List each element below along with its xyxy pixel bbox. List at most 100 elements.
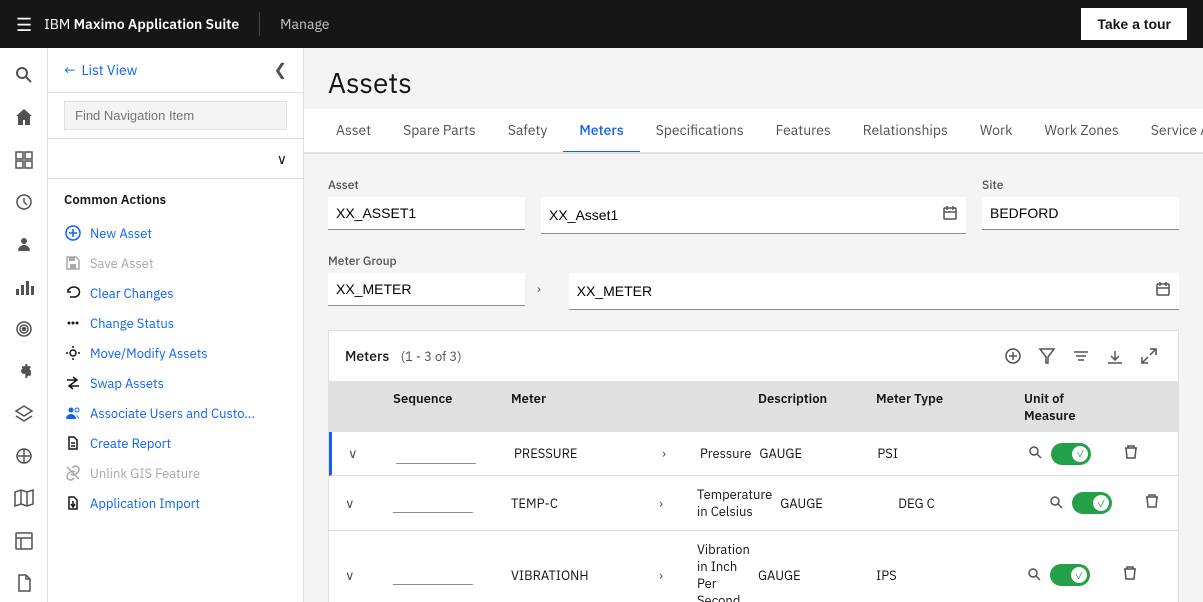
sidebar-settings-icon[interactable] [4, 437, 44, 475]
sidebar-dashboard-icon[interactable] [4, 141, 44, 179]
sidebar-map-icon[interactable] [4, 479, 44, 517]
col-meter: Meter [511, 390, 651, 424]
nav-dropdown[interactable]: ∨ [48, 139, 303, 179]
row2-arrow[interactable]: › [659, 495, 689, 512]
row2-sequence [393, 493, 503, 513]
common-actions-title: Common Actions [64, 191, 287, 208]
asset-name-label [541, 178, 966, 193]
save-asset-label: Save Asset [90, 255, 154, 272]
nav-search-input[interactable] [64, 101, 287, 130]
row1-expand[interactable]: ∨ [348, 445, 388, 462]
tab-meters[interactable]: Meters [563, 109, 639, 154]
tab-asset[interactable]: Asset [320, 109, 387, 154]
save-asset-action: Save Asset [64, 248, 287, 278]
col-sequence: Sequence [393, 390, 503, 424]
unlink-gis-action: Unlink GIS Feature [64, 458, 287, 488]
row2-sequence-input[interactable] [393, 493, 473, 513]
sidebar-target-icon[interactable] [4, 310, 44, 348]
row3-active-toggle[interactable] [1050, 564, 1090, 586]
sidebar-people-icon[interactable] [4, 225, 44, 263]
change-status-action[interactable]: Change Status [64, 308, 287, 338]
row3-search-button[interactable] [1024, 564, 1044, 587]
row1-sequence-input[interactable] [396, 444, 476, 464]
create-report-action[interactable]: Create Report [64, 428, 287, 458]
row1-arrow[interactable]: › [662, 445, 692, 462]
collapse-panel-button[interactable]: ❮ [274, 60, 287, 80]
add-meter-button[interactable] [1000, 343, 1026, 369]
row1-sequence [396, 444, 506, 464]
asset-name-input[interactable] [541, 199, 934, 231]
undo-icon [64, 284, 82, 302]
meter-group-id-input[interactable] [328, 273, 525, 306]
new-asset-action[interactable]: New Asset [64, 218, 287, 248]
calendar-icon[interactable] [934, 197, 966, 233]
page-title: Assets [328, 64, 1179, 101]
tab-work-zones[interactable]: Work Zones [1028, 109, 1134, 154]
sidebar-doc-icon[interactable] [4, 564, 44, 602]
row1-description: Pressure [700, 445, 751, 462]
clear-changes-action[interactable]: Clear Changes [64, 278, 287, 308]
download-button[interactable] [1102, 343, 1128, 369]
sidebar-search-icon[interactable] [4, 56, 44, 94]
row2-expand[interactable]: ∨ [345, 495, 385, 512]
tab-service-addr[interactable]: Service Addr... [1135, 109, 1203, 154]
sidebar-gear-icon[interactable] [4, 352, 44, 390]
take-tour-button[interactable]: Take a tour [1081, 8, 1187, 40]
associate-users-action[interactable]: Associate Users and Custo... [64, 398, 287, 428]
meter-group-form-row: Meter Group › [328, 254, 1179, 310]
back-arrow-icon: ← [64, 61, 75, 79]
new-asset-label: New Asset [90, 225, 152, 242]
unlink-icon [64, 464, 82, 482]
tab-relationships[interactable]: Relationships [847, 109, 964, 154]
menu-icon[interactable]: ☰ [16, 13, 32, 36]
tab-specifications[interactable]: Specifications [640, 109, 760, 154]
row3-sequence-input[interactable] [393, 565, 473, 585]
swap-icon [64, 374, 82, 392]
row3-meter: VIBRATIONH [511, 567, 651, 584]
row1-search-button[interactable] [1025, 442, 1045, 465]
sidebar-chart-icon[interactable] [4, 268, 44, 306]
filter-button[interactable] [1068, 343, 1094, 369]
row3-type: GAUGE [758, 567, 868, 584]
row2-type: GAUGE [780, 495, 890, 512]
asset-id-input[interactable] [328, 197, 525, 230]
meters-actions [1000, 343, 1162, 369]
swap-assets-action[interactable]: Swap Assets [64, 368, 287, 398]
dots-icon [64, 314, 82, 332]
row1-active-toggle[interactable] [1051, 443, 1091, 465]
sidebar-layers-icon[interactable] [4, 395, 44, 433]
app-import-action[interactable]: Application Import [64, 488, 287, 518]
dropdown-chevron-icon: ∨ [277, 150, 287, 168]
sidebar-home-icon[interactable] [4, 98, 44, 136]
calendar2-icon[interactable] [1147, 273, 1179, 309]
col-meter-type: Description [758, 390, 868, 424]
row3-expand[interactable]: ∨ [345, 567, 385, 584]
tab-work[interactable]: Work [964, 109, 1029, 154]
tab-features[interactable]: Features [760, 109, 847, 154]
main-content: Assets Asset Spare Parts Safety Meters S… [304, 48, 1203, 602]
col-active: Unit of Measure [1024, 390, 1114, 424]
row2-active-toggle[interactable] [1072, 492, 1112, 514]
move-modify-action[interactable]: Move/Modify Assets [64, 338, 287, 368]
expand-button[interactable] [1136, 343, 1162, 369]
row3-unit: IPS [876, 567, 1016, 584]
meter-group-name-input[interactable] [569, 275, 1147, 307]
main-layout: ← List View ❮ ∨ Common Actions New Asset [0, 48, 1203, 602]
filter-active-button[interactable] [1034, 343, 1060, 369]
sidebar-history-icon[interactable] [4, 183, 44, 221]
tab-spare-parts[interactable]: Spare Parts [387, 109, 492, 154]
row2-search-button[interactable] [1046, 492, 1066, 515]
list-view-link[interactable]: ← List View [64, 61, 137, 79]
table-row: ∨ PRESSURE › Pressure GAUGE PSI [329, 432, 1178, 476]
meter-group-arrow-icon[interactable]: › [525, 282, 553, 297]
col-arrow [659, 390, 689, 424]
meter-group-name-field [569, 273, 1179, 310]
site-input[interactable] [982, 197, 1179, 230]
row2-delete[interactable] [1144, 493, 1184, 513]
tab-safety[interactable]: Safety [492, 109, 564, 154]
row3-arrow[interactable]: › [659, 567, 689, 584]
sidebar-app-settings-icon[interactable] [4, 521, 44, 559]
row1-delete[interactable] [1123, 444, 1163, 464]
row3-delete[interactable] [1122, 565, 1162, 585]
site-group: Site [982, 178, 1179, 234]
